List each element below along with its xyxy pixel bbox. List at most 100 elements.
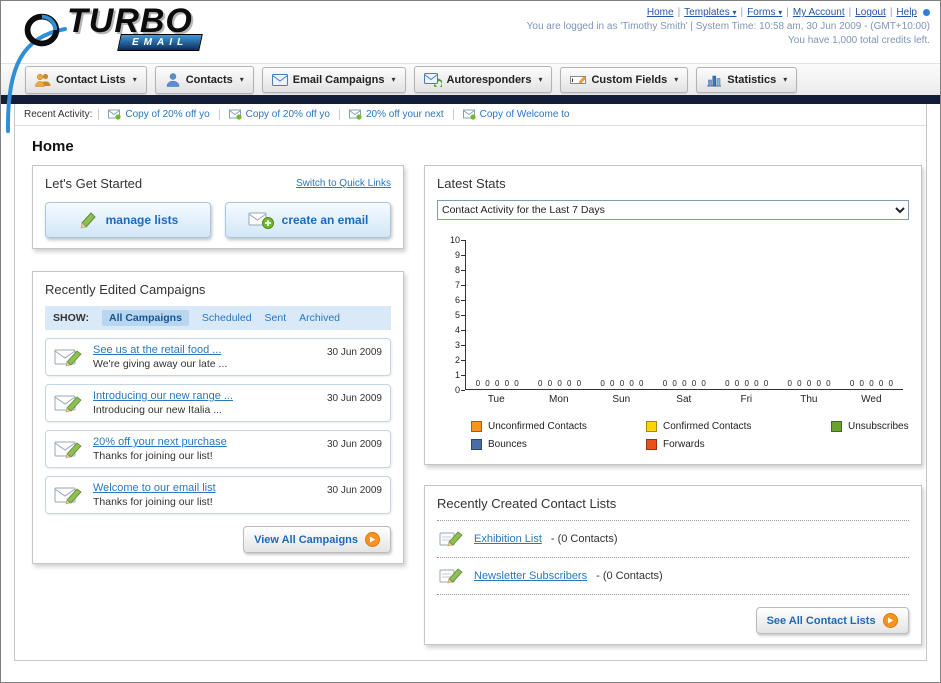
see-all-contact-lists-button[interactable]: See All Contact Lists [755,607,909,634]
campaign-title-link[interactable]: Introducing our new range ... [93,390,318,402]
recent-activity-item[interactable]: Copy of 20% off yo [98,109,218,120]
switch-quick-links-link[interactable]: Switch to Quick Links [296,178,391,189]
legend-swatch [471,439,482,450]
campaign-subtitle: Introducing our new Italia ... [93,404,222,416]
recent-activity-item[interactable]: Copy of Welcome to [452,109,579,120]
chart-value-labels: 0 0 0 0 0 [787,379,831,388]
campaign-date: 30 Jun 2009 [326,393,382,404]
left-column: Let's Get Started Switch to Quick Links … [32,165,404,564]
nav-tab-label: Statistics [727,73,777,86]
logo-text: TURBO EMAIL [67,4,203,51]
chevron-down-icon: ▾ [391,75,396,84]
arrow-right-icon [365,532,380,547]
contact-list-link[interactable]: Exhibition List [474,533,542,545]
contact-activity-chart: 10 9 8 7 6 5 4 3 2 1 0 0 0 0 0 0 0 0 0 0 0 0 0 0 0 0… [437,235,909,405]
edit-campaign-icon [54,395,82,413]
nav-tab-autoresponders[interactable]: Autoresponders ▾ [413,66,553,93]
view-all-campaigns-button[interactable]: View All Campaigns [243,526,391,553]
nav-tab-email-campaigns[interactable]: Email Campaigns ▾ [261,66,406,93]
chevron-down-icon: ▾ [778,8,783,17]
custom-fields-icon [570,75,587,84]
legend-item: Forwards [646,439,831,450]
statistics-icon [707,75,722,86]
create-email-button[interactable]: create an email [225,202,391,238]
campaign-row[interactable]: Introducing our new range ... Introducin… [45,384,391,422]
nav-tab-label: Autoresponders [446,73,532,86]
chevron-down-icon: ▾ [732,8,737,17]
campaign-title-link[interactable]: See us at the retail food ... [93,344,318,356]
filter-tab-all-campaigns[interactable]: All Campaigns [101,310,189,326]
campaign-title-link[interactable]: Welcome to our email list [93,482,318,494]
top-link-label: Forms [747,7,776,18]
campaign-row[interactable]: See us at the retail food ... We're givi… [45,338,391,376]
chart-legend: Unconfirmed Contacts Confirmed Contacts Un… [471,421,909,450]
email-new-icon [462,109,476,120]
contact-list-item[interactable]: Exhibition List - (0 Contacts) [437,521,909,558]
arrow-right-icon [882,613,898,628]
edit-list-icon [439,568,463,584]
top-nav: Home | Templates ▾ | Forms ▾ | My Account | Logo… [527,6,930,20]
legend-swatch [831,421,842,432]
create-email-label: create an email [281,213,369,227]
recent-activity-item[interactable]: Copy of 20% off yo [218,109,339,120]
page-title: Home [32,138,74,155]
chart-y-axis: 10 9 8 7 6 5 4 3 2 1 0 [447,235,465,395]
chevron-down-icon: ▾ [783,75,788,84]
email-plus-icon [248,212,274,229]
legend-swatch [471,421,482,432]
nav-tab-custom-fields[interactable]: Custom Fields ▾ [560,66,689,93]
top-link-forms[interactable]: Forms ▾ [747,7,782,18]
legend-swatch [646,439,657,450]
campaign-subtitle: We're giving away our late ... [93,358,228,370]
app-logo: TURBO EMAIL [17,4,203,53]
contacts-icon [166,72,179,87]
top-link-templates[interactable]: Templates ▾ [684,7,736,18]
filter-tab-archived[interactable]: Archived [299,312,340,324]
edit-campaign-icon [54,441,82,459]
recent-activity-link[interactable]: Copy of 20% off yo [125,109,209,120]
chart-x-tick-label: Mon [549,394,569,405]
top-link-home[interactable]: Home [647,7,674,18]
separator: | [848,7,852,18]
nav-tab-contacts[interactable]: Contacts ▾ [154,65,254,94]
chart-value-labels: 0 0 0 0 0 [600,379,644,388]
top-link-my-account[interactable]: My Account [793,7,845,18]
get-started-title: Let's Get Started [45,176,143,191]
latest-stats-panel: Latest Stats Contact Activity for the La… [424,165,922,465]
pencil-icon [80,212,96,229]
manage-lists-button[interactable]: manage lists [45,202,211,238]
edit-list-icon [439,531,463,547]
recent-activity-item[interactable]: 20% off your next [338,109,453,120]
campaign-title-link[interactable]: 20% off your next purchase [93,436,318,448]
top-link-logout[interactable]: Logout [855,7,886,18]
chart-value-labels: 0 0 0 0 0 [725,379,769,388]
legend-label: Unconfirmed Contacts [488,421,587,432]
contact-lists-icon [35,73,51,87]
notification-dot [923,8,930,16]
nav-tab-statistics[interactable]: Statistics ▾ [696,66,798,93]
nav-divider-bar [1,95,940,104]
legend-label: Unsubscribes [848,421,909,432]
contact-list-link[interactable]: Newsletter Subscribers [474,570,587,582]
top-link-help[interactable]: Help [896,7,917,18]
campaign-row[interactable]: 20% off your next purchase Thanks for jo… [45,430,391,468]
legend-item: Bounces [471,439,646,450]
chart-x-tick-label: Wed [861,394,882,405]
contact-list-detail: - (0 Contacts) [596,570,663,582]
chevron-down-icon: ▾ [538,75,543,84]
campaign-date: 30 Jun 2009 [326,439,382,450]
recent-activity-link[interactable]: Copy of 20% off yo [246,109,330,120]
nav-tab-contact-lists[interactable]: Contact Lists ▾ [25,65,147,94]
legend-label: Forwards [663,439,705,450]
contact-list-item[interactable]: Newsletter Subscribers - (0 Contacts) [437,558,909,595]
see-all-contact-lists-label: See All Contact Lists [766,614,876,627]
filter-tab-scheduled[interactable]: Scheduled [202,312,252,324]
chart-x-tick-label: Sat [676,394,692,405]
stats-period-select[interactable]: Contact Activity for the Last 7 Days [437,200,909,220]
contact-list-detail: - (0 Contacts) [550,533,618,545]
recent-activity-link[interactable]: Copy of Welcome to [480,109,570,120]
login-info: You are logged in as 'Timothy Smith' | S… [526,21,930,32]
recent-activity-link[interactable]: 20% off your next [366,109,444,120]
campaign-row[interactable]: Welcome to our email list Thanks for joi… [45,476,391,514]
filter-tab-sent[interactable]: Sent [265,312,287,324]
